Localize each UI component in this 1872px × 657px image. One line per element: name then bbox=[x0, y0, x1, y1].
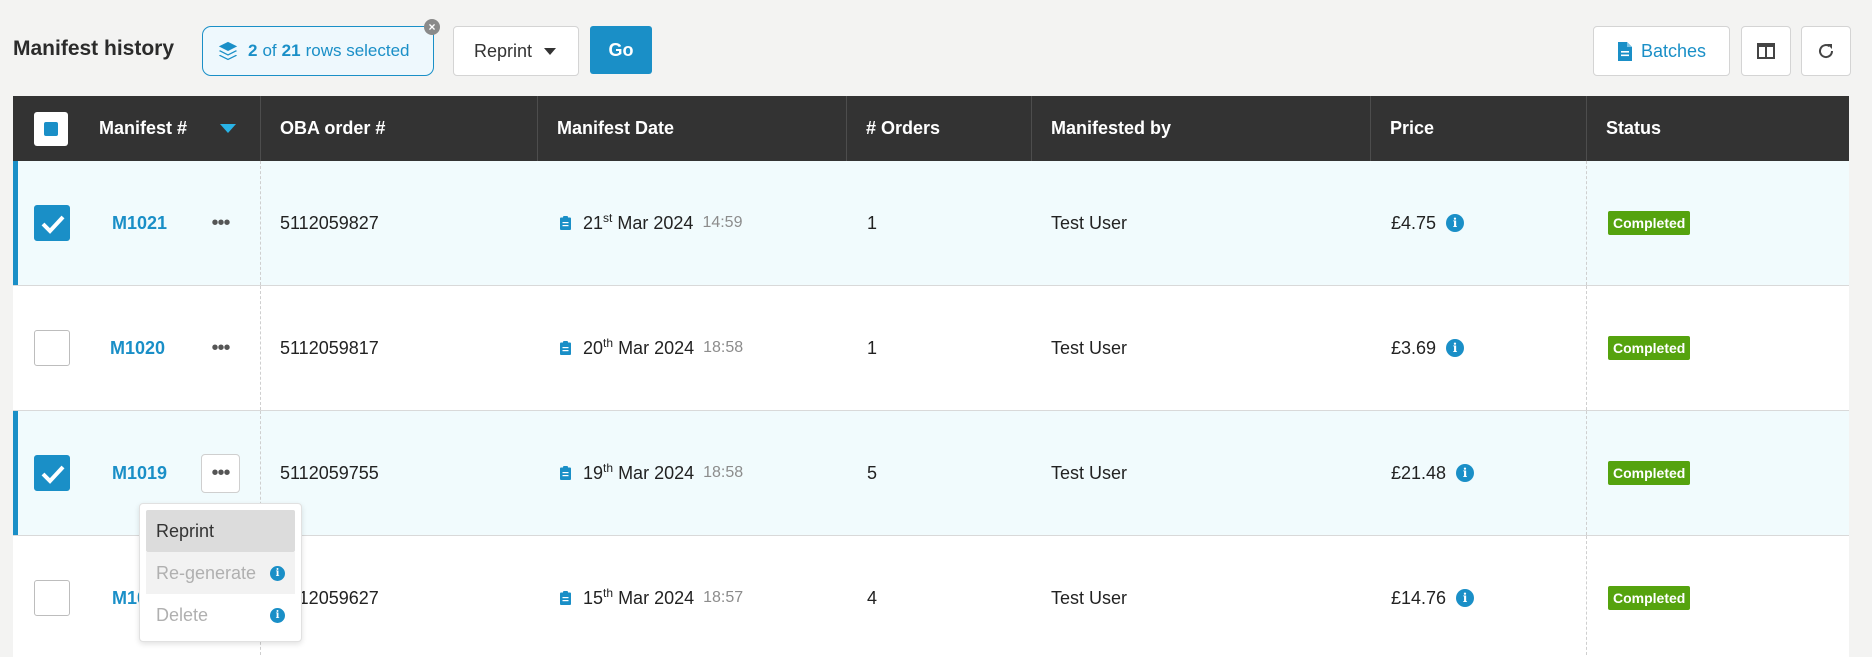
row-checkbox[interactable] bbox=[34, 205, 70, 241]
manifest-link[interactable]: M1021 bbox=[112, 213, 167, 234]
oba-order-number: 5112059827 bbox=[280, 212, 379, 233]
select-all-checkbox[interactable] bbox=[34, 112, 68, 146]
manifest-date: 20th Mar 2024 18:58 bbox=[560, 286, 743, 410]
selection-summary-pill[interactable]: 2 of 21 rows selected bbox=[202, 26, 434, 76]
table-row[interactable]: M1020 ••• 5112059817 20th Mar 2024 18:58… bbox=[13, 286, 1849, 411]
column-header-oba-order[interactable]: OBA order # bbox=[280, 96, 385, 161]
price: £3.69 i bbox=[1391, 286, 1465, 410]
refresh-button[interactable] bbox=[1801, 26, 1851, 76]
status-badge: Completed bbox=[1608, 586, 1691, 610]
oba-order-number: 5112059817 bbox=[280, 337, 379, 358]
selection-of-text: of bbox=[262, 41, 277, 60]
info-icon[interactable]: i bbox=[270, 607, 285, 623]
table-row[interactable]: M1021 ••• 5112059827 21st Mar 2024 14:59… bbox=[13, 161, 1849, 286]
columns-button[interactable] bbox=[1741, 26, 1791, 76]
table-header: Manifest # OBA order # Manifest Date # O… bbox=[13, 96, 1849, 161]
clipboard-icon bbox=[560, 591, 571, 605]
orders-count: 4 bbox=[867, 587, 878, 608]
chevron-down-icon bbox=[544, 47, 557, 55]
manifested-by: Test User bbox=[1051, 212, 1128, 233]
column-header-price[interactable]: Price bbox=[1390, 96, 1434, 161]
manifest-date: 15th Mar 2024 18:57 bbox=[560, 536, 743, 657]
batches-label: Batches bbox=[1640, 40, 1707, 61]
info-icon[interactable]: i bbox=[1446, 214, 1465, 232]
manifest-link[interactable]: M1019 bbox=[112, 463, 167, 484]
row-checkbox[interactable] bbox=[34, 330, 70, 366]
row-actions-menu: Reprint Re-generate i Delete i bbox=[139, 503, 302, 642]
bulk-action-select[interactable]: Reprint bbox=[453, 26, 579, 76]
column-header-status[interactable]: Status bbox=[1606, 96, 1661, 161]
manifested-by: Test User bbox=[1051, 462, 1128, 483]
status-badge: Completed bbox=[1608, 461, 1691, 485]
manifest-link[interactable]: M1020 bbox=[110, 338, 165, 359]
price: £21.48 i bbox=[1391, 411, 1475, 535]
menu-item-delete[interactable]: Delete i bbox=[146, 594, 295, 636]
manifested-by: Test User bbox=[1051, 337, 1128, 358]
sort-desc-icon[interactable] bbox=[220, 96, 236, 161]
row-actions-button[interactable]: ••• bbox=[201, 204, 240, 243]
manifested-by: Test User bbox=[1051, 587, 1128, 608]
row-checkbox[interactable] bbox=[34, 580, 70, 616]
clipboard-icon bbox=[560, 216, 571, 230]
row-actions-button[interactable]: ••• bbox=[201, 329, 240, 368]
info-icon[interactable]: i bbox=[1456, 589, 1475, 607]
layers-icon bbox=[218, 41, 238, 61]
clipboard-icon bbox=[560, 341, 571, 355]
menu-item-regenerate[interactable]: Re-generate i bbox=[146, 552, 295, 594]
status-badge: Completed bbox=[1608, 336, 1691, 360]
column-header-manifest[interactable]: Manifest # bbox=[99, 96, 187, 161]
selection-suffix: rows selected bbox=[305, 41, 410, 60]
menu-item-reprint[interactable]: Reprint bbox=[146, 510, 295, 552]
orders-count: 5 bbox=[867, 462, 878, 483]
column-header-orders[interactable]: # Orders bbox=[866, 96, 940, 161]
manifest-date: 21st Mar 2024 14:59 bbox=[560, 161, 742, 285]
row-checkbox[interactable] bbox=[34, 455, 70, 491]
price: £14.76 i bbox=[1391, 536, 1475, 657]
manifest-time: 18:57 bbox=[703, 589, 744, 606]
refresh-icon bbox=[1819, 44, 1834, 59]
column-header-manifested-by[interactable]: Manifested by bbox=[1051, 96, 1171, 161]
go-button[interactable]: Go bbox=[590, 26, 652, 74]
orders-count: 1 bbox=[867, 212, 878, 233]
clipboard-icon bbox=[560, 466, 571, 480]
info-icon[interactable]: i bbox=[270, 565, 285, 581]
close-icon[interactable]: × bbox=[424, 19, 440, 35]
oba-order-number: 112059627 bbox=[290, 587, 379, 608]
selected-count: 2 bbox=[248, 41, 258, 60]
total-count: 21 bbox=[281, 41, 301, 60]
manifest-time: 18:58 bbox=[703, 339, 744, 356]
page-title: Manifest history bbox=[13, 37, 175, 60]
info-icon[interactable]: i bbox=[1446, 339, 1465, 357]
manifest-time: 18:58 bbox=[703, 464, 744, 481]
batches-button[interactable]: Batches bbox=[1593, 26, 1730, 76]
columns-icon bbox=[1757, 43, 1775, 59]
status-badge: Completed bbox=[1608, 211, 1691, 235]
manifest-time: 14:59 bbox=[702, 214, 743, 231]
price: £4.75 i bbox=[1391, 161, 1465, 285]
row-actions-button[interactable]: ••• bbox=[201, 453, 240, 493]
orders-count: 1 bbox=[867, 337, 878, 358]
document-icon bbox=[1617, 41, 1632, 61]
manifest-date: 19th Mar 2024 18:58 bbox=[560, 411, 743, 535]
bulk-action-value: Reprint bbox=[474, 40, 533, 61]
info-icon[interactable]: i bbox=[1456, 464, 1475, 482]
column-header-manifest-date[interactable]: Manifest Date bbox=[557, 96, 674, 161]
